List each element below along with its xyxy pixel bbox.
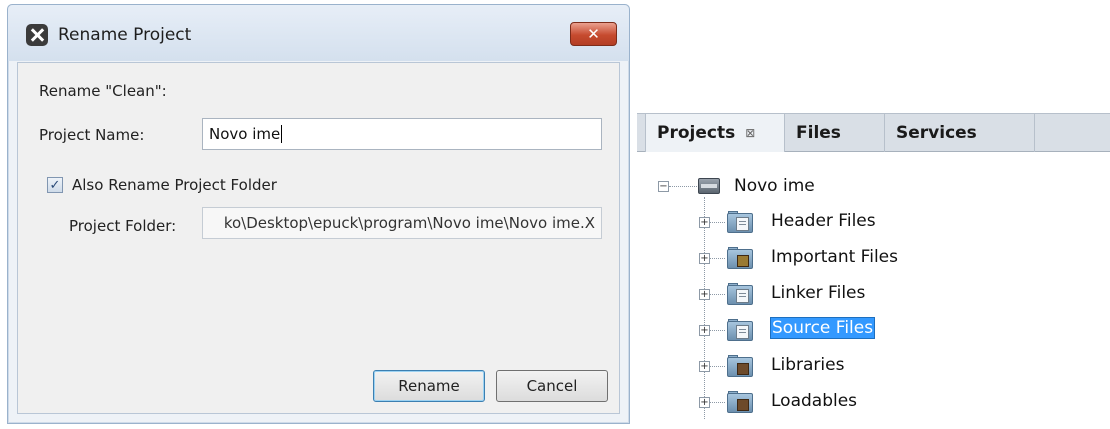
- tree-connector: [710, 294, 725, 296]
- project-chip-icon: [698, 178, 720, 194]
- tab-projects-label: Projects: [657, 123, 736, 143]
- collapse-icon[interactable]: −: [658, 181, 669, 192]
- also-rename-checkbox[interactable]: ✓: [47, 177, 63, 193]
- tab-close-icon[interactable]: ⊠: [745, 126, 755, 140]
- tree-item-loadables[interactable]: Loadables: [771, 391, 857, 411]
- tree-connector: [704, 197, 706, 419]
- folder-library-icon: [727, 391, 753, 413]
- close-button[interactable]: ✕: [570, 22, 617, 46]
- project-folder-value: ko\Desktop\epuck\program\Novo ime\Novo i…: [223, 214, 595, 232]
- project-tree: − Novo ime + Header Files + Important Fi…: [637, 152, 1110, 429]
- folder-library-icon: [727, 355, 753, 377]
- expand-icon[interactable]: +: [699, 289, 710, 300]
- tree-connector: [710, 330, 725, 332]
- tree-item-source-files[interactable]: Source Files: [769, 317, 876, 339]
- tab-projects[interactable]: Projects ⊠: [645, 114, 785, 152]
- dialog-titlebar[interactable]: Rename Project ✕: [8, 5, 629, 61]
- tree-item-important-files[interactable]: Important Files: [771, 247, 898, 267]
- also-rename-label[interactable]: Also Rename Project Folder: [72, 176, 277, 194]
- tree-item-header-files[interactable]: Header Files: [771, 211, 876, 231]
- folder-document-icon: [727, 319, 753, 341]
- tree-item-libraries[interactable]: Libraries: [771, 355, 844, 375]
- project-folder-label: Project Folder:: [69, 217, 177, 235]
- text-caret: [281, 125, 283, 143]
- rename-prompt-label: Rename "Clean":: [39, 82, 167, 100]
- tree-connector: [710, 258, 725, 260]
- folder-document-icon: [727, 283, 753, 305]
- tree-root-label[interactable]: Novo ime: [734, 176, 815, 196]
- expand-icon[interactable]: +: [699, 325, 710, 336]
- rename-project-dialog: Rename Project ✕ Rename "Clean": Project…: [7, 4, 630, 424]
- app-close-icon: [26, 24, 48, 46]
- project-folder-field: ko\Desktop\epuck\program\Novo ime\Novo i…: [202, 207, 602, 239]
- tab-files-label: Files: [796, 123, 841, 143]
- expand-icon[interactable]: +: [699, 361, 710, 372]
- expand-icon[interactable]: +: [699, 217, 710, 228]
- tree-connector: [669, 186, 697, 188]
- folder-document-icon: [727, 211, 753, 233]
- panel-tab-bar: Projects ⊠ Files Services: [637, 113, 1110, 152]
- dialog-content: Rename "Clean": Project Name: Novo ime ✓…: [17, 62, 620, 414]
- tree-connector: [710, 402, 725, 404]
- tab-services[interactable]: Services: [885, 114, 1035, 152]
- projects-panel: Projects ⊠ Files Services − Novo ime + H…: [637, 113, 1110, 429]
- dialog-title: Rename Project: [58, 25, 192, 45]
- tab-files[interactable]: Files: [785, 114, 885, 152]
- project-name-value: Novo ime: [209, 125, 281, 143]
- tree-connector: [710, 366, 725, 368]
- expand-icon[interactable]: +: [699, 397, 710, 408]
- rename-button[interactable]: Rename: [373, 370, 485, 402]
- cancel-button[interactable]: Cancel: [496, 370, 608, 402]
- tree-connector: [710, 222, 725, 224]
- tab-services-label: Services: [896, 123, 977, 143]
- folder-important-icon: [727, 247, 753, 269]
- project-name-label: Project Name:: [39, 126, 145, 144]
- project-name-input[interactable]: Novo ime: [202, 118, 602, 150]
- expand-icon[interactable]: +: [699, 253, 710, 264]
- tree-item-linker-files[interactable]: Linker Files: [771, 283, 865, 303]
